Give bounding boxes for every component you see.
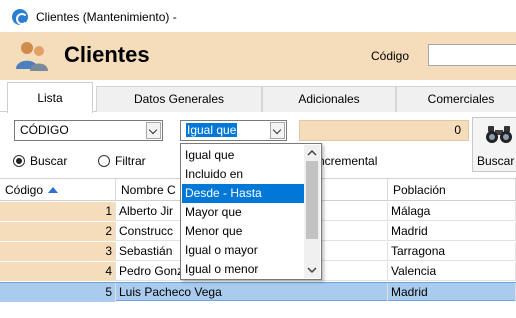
scroll-thumb[interactable] — [306, 161, 318, 239]
field-select-value: CÓDIGO — [20, 123, 69, 137]
window-title: Clientes (Mantenimiento) - — [36, 10, 177, 24]
cell-town: Madrid — [388, 283, 516, 302]
cell-code: 3 — [0, 242, 116, 261]
dropdown-option-highlighted[interactable]: Desde - Hasta — [182, 184, 304, 203]
cell-code: 1 — [0, 202, 116, 221]
cell-code: 5 — [0, 283, 116, 302]
column-header-codigo[interactable]: Código — [0, 179, 116, 201]
chevron-down-icon[interactable] — [270, 122, 285, 139]
cell-code: 4 — [0, 262, 116, 281]
incremental-checkbox-label[interactable]: ncremental — [318, 154, 377, 168]
tab-comerciales[interactable]: Comerciales — [396, 86, 516, 112]
dropdown-option[interactable]: Igual o menor — [182, 260, 304, 279]
scroll-down-icon[interactable] — [307, 265, 317, 275]
operator-select[interactable]: Igual que — [180, 120, 287, 141]
dropdown-option[interactable]: Igual o mayor — [182, 241, 304, 260]
tab-adicionales[interactable]: Adicionales — [262, 86, 396, 112]
search-button[interactable]: Buscar — [472, 117, 516, 172]
column-header-label: Nombre C — [121, 183, 176, 197]
table-row-selected[interactable]: 5 Luis Pacheco Vega Madrid — [0, 282, 516, 302]
module-header: Clientes Código — [0, 32, 516, 80]
radio-buscar-label[interactable]: Buscar — [30, 154, 67, 168]
column-header-poblacion[interactable]: Población — [388, 179, 516, 201]
code-input[interactable] — [428, 44, 516, 66]
dropdown-option[interactable]: Mayor que — [182, 203, 304, 222]
dropdown-option[interactable]: Menor que — [182, 222, 304, 241]
chevron-down-icon[interactable] — [146, 122, 161, 139]
cell-town: Tarragona — [388, 242, 516, 261]
radio-filtrar[interactable] — [98, 155, 110, 167]
scroll-up-icon[interactable] — [307, 148, 317, 158]
column-header-label: Población — [393, 183, 446, 197]
code-label: Código — [371, 49, 410, 63]
tab-datos-generales[interactable]: Datos Generales — [96, 86, 262, 112]
radio-filtrar-label[interactable]: Filtrar — [115, 154, 146, 168]
dropdown-scrollbar[interactable] — [304, 145, 320, 278]
cell-name: Luis Pacheco Vega — [116, 283, 388, 302]
sort-ascending-icon — [48, 187, 59, 193]
app-logo-icon — [12, 9, 28, 25]
operator-dropdown-list: Igual que Incluido en Desde - Hasta Mayo… — [180, 143, 322, 280]
operator-select-value: Igual que — [186, 123, 238, 137]
search-button-label: Buscar — [477, 154, 515, 168]
cell-town: Valencia — [388, 262, 516, 281]
title-bar: Clientes (Mantenimiento) - — [0, 0, 516, 32]
tab-lista[interactable]: Lista — [7, 82, 93, 113]
dropdown-option[interactable]: Igual que — [182, 146, 304, 165]
filter-value-input[interactable]: 0 — [299, 120, 469, 141]
radio-buscar[interactable] — [13, 155, 25, 167]
cell-code: 2 — [0, 222, 116, 241]
tab-bar: Lista Datos Generales Adicionales Comerc… — [0, 80, 516, 113]
cell-town: Málaga — [388, 202, 516, 221]
column-header-label: Código — [5, 183, 44, 197]
people-icon — [16, 42, 48, 71]
field-select[interactable]: CÓDIGO — [14, 120, 163, 141]
dropdown-option[interactable]: Incluido en — [182, 165, 304, 184]
cell-town: Madrid — [388, 222, 516, 241]
page-title: Clientes — [64, 42, 150, 67]
binoculars-icon — [486, 126, 512, 143]
